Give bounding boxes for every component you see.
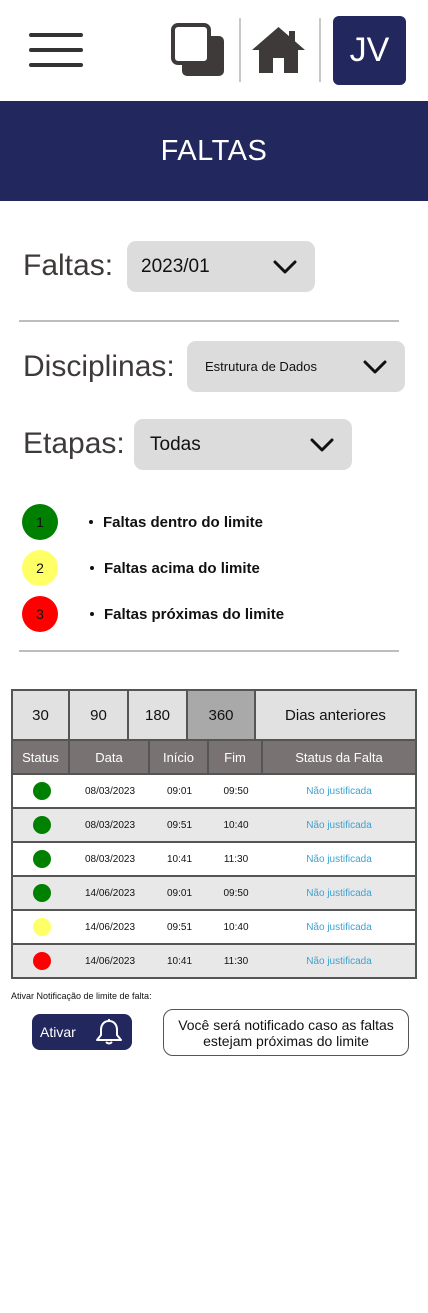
column-header-status-falta[interactable]: Status da Falta <box>263 741 415 773</box>
table-row: 08/03/2023 09:51 10:40 Não justificada <box>11 809 417 843</box>
end-cell: 10:40 <box>223 819 249 831</box>
avatar[interactable]: JV <box>333 16 406 85</box>
status-cell <box>13 775 70 807</box>
start-cell: 10:41 <box>166 955 193 967</box>
column-header-fim[interactable]: Fim <box>209 741 263 773</box>
start-cell: 10:41 <box>166 853 193 865</box>
table-row: 14/06/2023 09:51 10:40 Não justificada <box>11 911 417 945</box>
etapas-value: Todas <box>150 433 201 455</box>
separator <box>239 18 241 82</box>
period-previous-days-button[interactable]: Dias anteriores <box>256 691 415 739</box>
table-row: 08/03/2023 10:41 11:30 Não justificada <box>11 843 417 877</box>
status-cell <box>13 843 70 875</box>
faltas-period-select[interactable]: 2023/01 <box>127 241 315 292</box>
date-cell: 08/03/2023 <box>84 853 136 865</box>
end-cell: 11:30 <box>223 853 249 865</box>
status-cell <box>13 911 70 943</box>
end-cell: 09:50 <box>223 887 249 899</box>
date-cell: 08/03/2023 <box>84 819 136 831</box>
absence-status-link[interactable]: Não justificada <box>263 843 415 875</box>
chevron-down-icon <box>363 360 387 374</box>
column-header-status[interactable]: Status <box>13 741 70 773</box>
absence-status-link[interactable]: Não justificada <box>263 809 415 841</box>
notification-label: Ativar Notificação de limite de falta: <box>11 991 152 1001</box>
absence-status-link[interactable]: Não justificada <box>263 945 415 977</box>
column-header-inicio[interactable]: Início <box>150 741 209 773</box>
status-dot <box>32 952 51 970</box>
bullet <box>89 520 93 524</box>
bullet <box>90 612 94 616</box>
menu-icon[interactable] <box>29 33 83 67</box>
etapas-label: Etapas: <box>23 427 125 460</box>
faltas-period-value: 2023/01 <box>141 255 210 277</box>
start-cell: 09:01 <box>166 785 193 797</box>
disciplinas-label: Disciplinas: <box>23 350 175 383</box>
table-row: 14/06/2023 09:01 09:50 Não justificada <box>11 877 417 911</box>
table-row: 14/06/2023 10:41 11:30 Não justificada <box>11 945 417 979</box>
table-row: 08/03/2023 09:01 09:50 Não justificada <box>11 775 417 809</box>
status-dot <box>32 918 51 936</box>
table-header: Status Data Início Fim Status da Falta <box>11 741 417 775</box>
divider <box>19 650 399 652</box>
absence-status-link[interactable]: Não justificada <box>263 775 415 807</box>
period-filter-bar: 30 90 180 360 Dias anteriores <box>11 689 417 741</box>
windows-icon[interactable] <box>170 22 226 78</box>
start-cell: 09:51 <box>166 921 193 933</box>
page-title: FALTAS <box>160 134 268 167</box>
faltas-label: Faltas: <box>23 249 114 282</box>
end-cell: 09:50 <box>223 785 249 797</box>
bell-icon <box>96 1019 122 1045</box>
absence-status-link[interactable]: Não justificada <box>263 911 415 943</box>
status-dot <box>32 850 51 868</box>
column-header-data[interactable]: Data <box>70 741 150 773</box>
end-cell: 10:40 <box>223 921 249 933</box>
separator <box>319 18 321 82</box>
period-180-button[interactable]: 180 <box>129 691 188 739</box>
disciplinas-select[interactable]: Estrutura de Dados <box>187 341 405 392</box>
absence-status-link[interactable]: Não justificada <box>263 877 415 909</box>
chevron-down-icon <box>310 438 334 452</box>
legend-text: Faltas acima do limite <box>104 560 260 577</box>
legend-text: Faltas dentro do limite <box>103 514 264 531</box>
legend-dot-green: 1 <box>22 504 58 540</box>
notification-message: Você será notificado caso as faltas este… <box>163 1009 409 1056</box>
period-90-button[interactable]: 90 <box>70 691 129 739</box>
page-title-bar: FALTAS <box>0 101 428 201</box>
bullet <box>90 566 94 570</box>
start-cell: 09:51 <box>166 819 193 831</box>
status-cell <box>13 877 70 909</box>
etapas-select[interactable]: Todas <box>134 419 352 470</box>
top-bar: JV <box>0 0 428 101</box>
status-dot <box>32 782 51 800</box>
date-cell: 14/06/2023 <box>84 955 136 967</box>
status-dot <box>32 884 51 902</box>
start-cell: 09:01 <box>166 887 193 899</box>
home-icon[interactable] <box>251 26 306 74</box>
date-cell: 14/06/2023 <box>84 921 136 933</box>
legend-text: Faltas próximas do limite <box>104 606 285 623</box>
status-cell <box>13 945 70 977</box>
period-30-button[interactable]: 30 <box>13 691 70 739</box>
period-360-button[interactable]: 360 <box>188 691 256 739</box>
disciplinas-value: Estrutura de Dados <box>205 359 318 374</box>
status-cell <box>13 809 70 841</box>
divider <box>19 320 399 322</box>
legend-dot-yellow: 2 <box>22 550 58 586</box>
date-cell: 08/03/2023 <box>84 785 136 797</box>
status-dot <box>32 816 51 834</box>
activate-notification-button[interactable]: Ativar <box>32 1014 132 1050</box>
end-cell: 11:30 <box>223 955 249 967</box>
date-cell: 14/06/2023 <box>84 887 136 899</box>
activate-button-label: Ativar <box>40 1024 76 1040</box>
legend-dot-red: 3 <box>22 596 58 632</box>
chevron-down-icon <box>273 260 297 274</box>
